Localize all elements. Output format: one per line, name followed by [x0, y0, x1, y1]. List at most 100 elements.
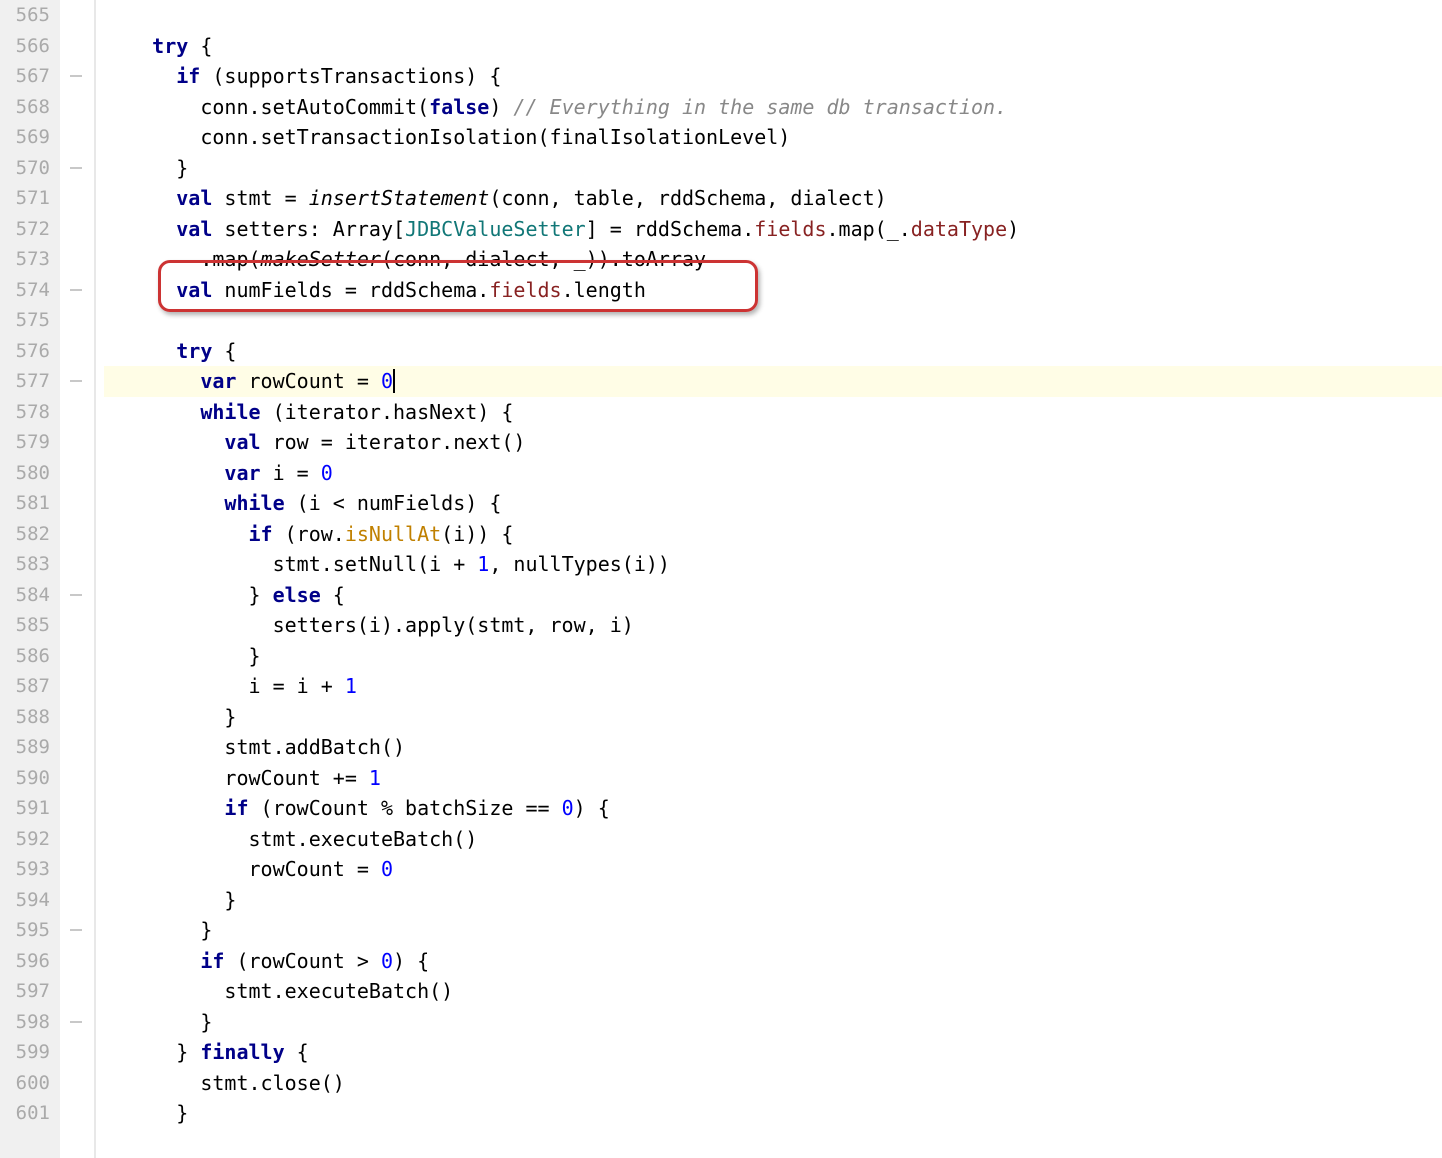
code-line[interactable]: stmt.executeBatch(): [104, 824, 1442, 855]
code-token: (conn, dialect, _)).toArray: [381, 247, 706, 271]
code-line[interactable]: stmt.executeBatch(): [104, 976, 1442, 1007]
code-token: try: [152, 34, 188, 58]
line-number[interactable]: 568: [4, 92, 50, 123]
code-token: }: [104, 888, 236, 912]
line-number[interactable]: 600: [4, 1068, 50, 1099]
line-number[interactable]: 594: [4, 885, 50, 916]
line-number[interactable]: 574: [4, 275, 50, 306]
line-number[interactable]: 583: [4, 549, 50, 580]
line-number[interactable]: 572: [4, 214, 50, 245]
code-line[interactable]: while (iterator.hasNext) {: [104, 397, 1442, 428]
line-number[interactable]: 575: [4, 305, 50, 336]
code-editor[interactable]: 5655665675685695705715725735745755765775…: [0, 0, 1442, 1158]
line-number[interactable]: 598: [4, 1007, 50, 1038]
line-number[interactable]: 597: [4, 976, 50, 1007]
code-line[interactable]: }: [104, 885, 1442, 916]
code-line[interactable]: rowCount = 0: [104, 854, 1442, 885]
line-number[interactable]: 570: [4, 153, 50, 184]
code-token: 0: [381, 857, 393, 881]
code-token: numFields = rddSchema.: [212, 278, 489, 302]
code-area[interactable]: try { if (supportsTransactions) { conn.s…: [96, 0, 1442, 1158]
code-line[interactable]: } finally {: [104, 1037, 1442, 1068]
line-number[interactable]: 567: [4, 61, 50, 92]
code-line[interactable]: [104, 305, 1442, 336]
line-number-gutter[interactable]: 5655665675685695705715725735745755765775…: [0, 0, 60, 1158]
line-number[interactable]: 581: [4, 488, 50, 519]
line-number[interactable]: 576: [4, 336, 50, 367]
code-line[interactable]: }: [104, 702, 1442, 733]
code-token: }: [104, 1010, 212, 1034]
code-line[interactable]: }: [104, 641, 1442, 672]
code-token: false: [429, 95, 489, 119]
fold-column[interactable]: [60, 0, 96, 1158]
code-line[interactable]: rowCount += 1: [104, 763, 1442, 794]
line-number[interactable]: 569: [4, 122, 50, 153]
line-number[interactable]: 599: [4, 1037, 50, 1068]
code-line[interactable]: .map(makeSetter(conn, dialect, _)).toArr…: [104, 244, 1442, 275]
line-number[interactable]: 593: [4, 854, 50, 885]
line-number[interactable]: 578: [4, 397, 50, 428]
code-token: val: [176, 186, 212, 210]
line-number[interactable]: 595: [4, 915, 50, 946]
fold-marker-icon[interactable]: [70, 594, 82, 600]
code-line[interactable]: }: [104, 153, 1442, 184]
code-line[interactable]: stmt.close(): [104, 1068, 1442, 1099]
code-line[interactable]: conn.setTransactionIsolation(finalIsolat…: [104, 122, 1442, 153]
line-number[interactable]: 591: [4, 793, 50, 824]
line-number[interactable]: 584: [4, 580, 50, 611]
code-line[interactable]: try {: [104, 336, 1442, 367]
code-line[interactable]: }: [104, 915, 1442, 946]
code-line[interactable]: [104, 0, 1442, 31]
code-line[interactable]: val setters: Array[JDBCValueSetter] = rd…: [104, 214, 1442, 245]
line-number[interactable]: 582: [4, 519, 50, 550]
code-line[interactable]: val numFields = rddSchema.fields.length: [104, 275, 1442, 306]
code-line[interactable]: conn.setAutoCommit(false) // Everything …: [104, 92, 1442, 123]
code-line[interactable]: i = i + 1: [104, 671, 1442, 702]
fold-marker-icon[interactable]: [70, 1021, 82, 1027]
code-token: stmt =: [212, 186, 308, 210]
line-number[interactable]: 577: [4, 366, 50, 397]
line-number[interactable]: 596: [4, 946, 50, 977]
line-number[interactable]: 580: [4, 458, 50, 489]
code-token: if: [176, 64, 200, 88]
code-line[interactable]: var rowCount = 0: [104, 366, 1442, 397]
code-line[interactable]: }: [104, 1098, 1442, 1129]
code-line[interactable]: while (i < numFields) {: [104, 488, 1442, 519]
code-line[interactable]: if (supportsTransactions) {: [104, 61, 1442, 92]
line-number[interactable]: 565: [4, 0, 50, 31]
line-number[interactable]: 601: [4, 1098, 50, 1129]
code-token: [104, 400, 200, 424]
fold-marker-icon[interactable]: [70, 289, 82, 295]
line-number[interactable]: 587: [4, 671, 50, 702]
line-number[interactable]: 590: [4, 763, 50, 794]
code-line[interactable]: }: [104, 1007, 1442, 1038]
fold-marker-icon[interactable]: [70, 167, 82, 173]
line-number[interactable]: 592: [4, 824, 50, 855]
code-line[interactable]: } else {: [104, 580, 1442, 611]
code-line[interactable]: try {: [104, 31, 1442, 62]
line-number[interactable]: 566: [4, 31, 50, 62]
line-number[interactable]: 573: [4, 244, 50, 275]
code-token: [104, 369, 200, 393]
line-number[interactable]: 589: [4, 732, 50, 763]
code-token: conn.setAutoCommit(: [104, 95, 429, 119]
code-line[interactable]: if (rowCount > 0) {: [104, 946, 1442, 977]
code-line[interactable]: stmt.setNull(i + 1, nullTypes(i)): [104, 549, 1442, 580]
code-token: [104, 34, 152, 58]
fold-marker-icon[interactable]: [70, 380, 82, 386]
fold-marker-icon[interactable]: [70, 929, 82, 935]
code-line[interactable]: stmt.addBatch(): [104, 732, 1442, 763]
line-number[interactable]: 571: [4, 183, 50, 214]
line-number[interactable]: 585: [4, 610, 50, 641]
line-number[interactable]: 579: [4, 427, 50, 458]
code-line[interactable]: if (row.isNullAt(i)) {: [104, 519, 1442, 550]
line-number[interactable]: 586: [4, 641, 50, 672]
line-number[interactable]: 588: [4, 702, 50, 733]
code-line[interactable]: val stmt = insertStatement(conn, table, …: [104, 183, 1442, 214]
code-line[interactable]: var i = 0: [104, 458, 1442, 489]
code-line[interactable]: val row = iterator.next(): [104, 427, 1442, 458]
code-token: val: [176, 278, 212, 302]
code-line[interactable]: setters(i).apply(stmt, row, i): [104, 610, 1442, 641]
fold-marker-icon[interactable]: [70, 75, 82, 81]
code-line[interactable]: if (rowCount % batchSize == 0) {: [104, 793, 1442, 824]
